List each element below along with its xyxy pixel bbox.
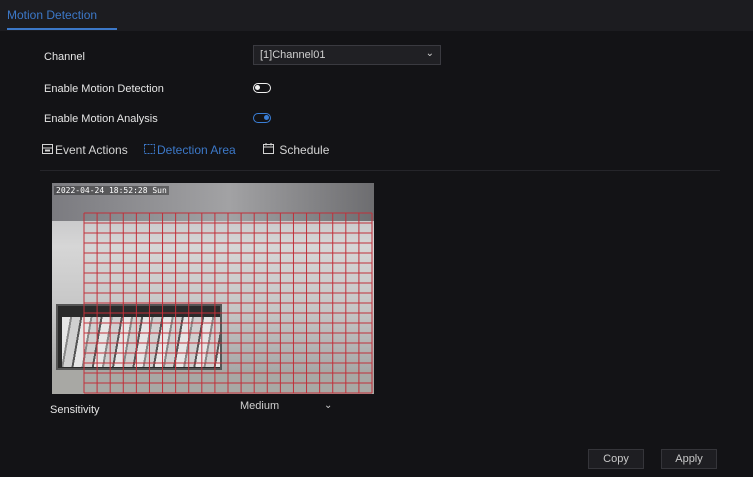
tab-event-actions-label: Event Actions <box>55 143 128 157</box>
tab-motion-detection[interactable]: Motion Detection <box>7 8 97 22</box>
tab-schedule-label: Schedule <box>279 143 330 157</box>
tab-schedule[interactable]: Schedule <box>263 143 329 157</box>
enable-motion-analysis-toggle[interactable] <box>253 113 271 123</box>
enable-motion-detection-toggle[interactable] <box>253 83 271 93</box>
toggle-knob <box>264 115 269 120</box>
chevron-down-icon: ⌄ <box>324 400 333 411</box>
apply-button[interactable]: Apply <box>661 449 717 469</box>
channel-select[interactable]: [1]Channel01 ⌄ <box>253 45 441 65</box>
sensitivity-value: Medium <box>240 400 280 412</box>
copy-button[interactable]: Copy <box>588 449 644 469</box>
channel-label: Channel <box>44 51 85 63</box>
header-bar: Motion Detection <box>0 0 753 31</box>
detection-area-preview[interactable]: 2022-04-24 18:52:28 Sun <box>52 183 374 394</box>
enable-motion-detection-label: Enable Motion Detection <box>44 83 164 95</box>
tab-detection-area[interactable]: Detection Area <box>144 143 236 157</box>
enable-motion-analysis-label: Enable Motion Analysis <box>44 113 158 125</box>
active-tab-indicator <box>7 28 117 30</box>
toggle-knob <box>255 85 260 90</box>
event-actions-icon <box>42 143 55 157</box>
tab-detection-area-label: Detection Area <box>157 143 236 157</box>
subtab-divider <box>40 170 720 171</box>
detection-area-icon <box>144 143 157 157</box>
calendar-icon <box>263 143 276 157</box>
chevron-down-icon: ⌄ <box>425 48 434 59</box>
sensitivity-select[interactable]: Medium ⌄ <box>240 400 340 418</box>
motion-grid[interactable] <box>52 183 374 394</box>
sensitivity-label: Sensitivity <box>50 404 100 416</box>
channel-select-value: [1]Channel01 <box>260 49 326 61</box>
tab-event-actions[interactable]: Event Actions <box>42 143 128 157</box>
